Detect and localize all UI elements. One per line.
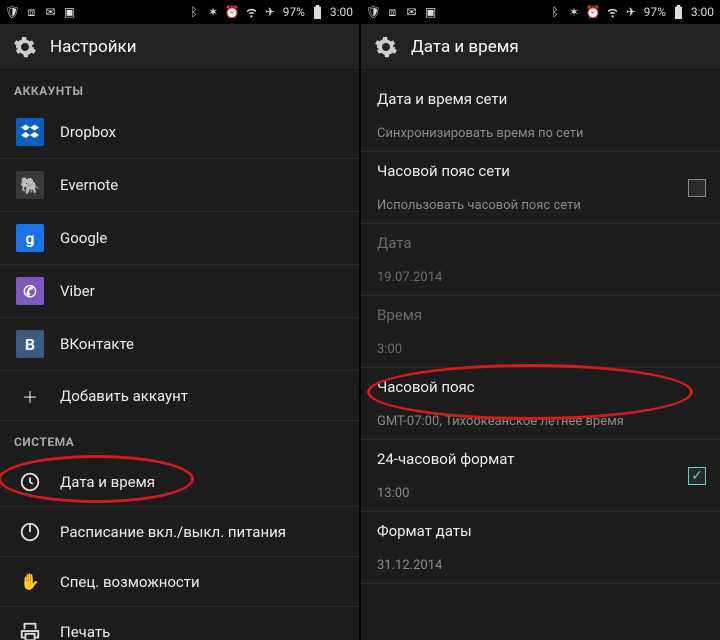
page-title: Настройки	[50, 37, 137, 57]
evernote-icon: 🐘	[16, 171, 44, 199]
system-accessibility[interactable]: ✋ Спец. возможности	[0, 557, 359, 607]
clock: 3:00	[330, 5, 353, 19]
alarm-icon: ⏰	[226, 6, 239, 19]
account-evernote[interactable]: 🐘 Evernote	[0, 159, 359, 212]
item-secondary: 3:00	[377, 342, 402, 357]
checkbox-auto-tz[interactable]	[688, 179, 706, 197]
item-24h[interactable]: 24-часовой формат 13:00	[361, 440, 720, 512]
vibrate-icon: ✶	[207, 6, 220, 19]
item-secondary: 13:00	[377, 486, 409, 501]
bluetooth-icon: ᛒ	[188, 6, 201, 19]
printer-icon	[16, 621, 44, 640]
battery-percent: 97%	[283, 5, 305, 19]
section-accounts: АККАУНТЫ	[0, 70, 359, 106]
item-primary: Дата	[377, 234, 412, 252]
camera-icon: ▣	[424, 6, 437, 19]
airplane-icon: ✈	[264, 6, 277, 19]
title-bar: Настройки	[0, 24, 359, 70]
item-date-format[interactable]: Формат даты 31.12.2014	[361, 512, 720, 584]
item-primary: Часовой пояс сети	[377, 162, 510, 180]
account-label: Evernote	[60, 176, 118, 194]
settings-list[interactable]: АККАУНТЫ Dropbox 🐘 Evernote g Google ✆ V…	[0, 70, 359, 640]
item-secondary: Использовать часовой пояс сети	[377, 198, 581, 213]
mail-icon: ✉	[405, 6, 418, 19]
page-title: Дата и время	[411, 37, 519, 57]
hand-icon: ✋	[16, 572, 44, 591]
item-primary: Дата и время сети	[377, 90, 507, 108]
account-label: Google	[60, 229, 107, 247]
airplane-icon: ✈	[625, 6, 638, 19]
item-secondary: GMT-07:00, Тихоокеанское летнее время	[377, 414, 624, 429]
datetime-list[interactable]: Дата и время сети Синхронизировать время…	[361, 70, 720, 640]
account-dropbox[interactable]: Dropbox	[0, 106, 359, 159]
alarm-icon: ⏰	[587, 6, 600, 19]
item-primary: Формат даты	[377, 522, 472, 540]
system-print[interactable]: Печать	[0, 607, 359, 640]
dropbox-icon: ⧈	[25, 6, 38, 19]
item-auto-date[interactable]: Дата и время сети Синхронизировать время…	[361, 80, 720, 152]
item-date: Дата 19.07.2014	[361, 224, 720, 296]
shield-icon: 🛡	[367, 6, 380, 19]
battery-percent: 97%	[644, 5, 666, 19]
bluetooth-icon: ᛒ	[549, 6, 562, 19]
clock-icon	[16, 471, 44, 493]
account-label: ВКонтакте	[60, 335, 134, 353]
shield-icon: 🛡	[6, 6, 19, 19]
item-time: Время 3:00	[361, 296, 720, 368]
account-google[interactable]: g Google	[0, 212, 359, 265]
item-timezone[interactable]: Часовой пояс GMT-07:00, Тихоокеанское ле…	[361, 368, 720, 440]
google-icon: g	[16, 224, 44, 252]
gear-icon	[12, 34, 38, 60]
item-auto-tz[interactable]: Часовой пояс сети Использовать часовой п…	[361, 152, 720, 224]
viber-icon: ✆	[16, 277, 44, 305]
print-label: Печать	[60, 623, 110, 640]
gear-icon	[373, 34, 399, 60]
account-label: Dropbox	[60, 123, 116, 141]
power-icon	[16, 521, 44, 543]
system-datetime[interactable]: Дата и время	[0, 457, 359, 507]
wifi-icon	[606, 6, 619, 19]
datetime-label: Дата и время	[60, 473, 155, 491]
vk-icon: B	[16, 330, 44, 358]
dropbox-icon: ⧈	[386, 6, 399, 19]
vibrate-icon: ✶	[568, 6, 581, 19]
item-primary: 24-часовой формат	[377, 450, 514, 468]
left-screen: 🛡 ⧈ ✉ ▣ ᛒ ✶ ⏰ ✈ 97% 3:00	[0, 0, 359, 640]
add-account[interactable]: ＋ Добавить аккаунт	[0, 371, 359, 421]
status-bar: 🛡 ⧈ ✉ ▣ ᛒ ✶ ⏰ ✈ 97% 3:00	[0, 0, 359, 24]
item-secondary: 19.07.2014	[377, 270, 442, 285]
account-viber[interactable]: ✆ Viber	[0, 265, 359, 318]
dropbox-icon	[16, 118, 44, 146]
item-secondary: 31.12.2014	[377, 558, 442, 573]
wifi-icon	[245, 6, 258, 19]
schedule-label: Расписание вкл./выкл. питания	[60, 523, 286, 541]
system-schedule[interactable]: Расписание вкл./выкл. питания	[0, 507, 359, 557]
clock: 3:00	[691, 5, 714, 19]
mail-icon: ✉	[44, 6, 57, 19]
account-label: Viber	[60, 282, 95, 300]
battery-icon	[311, 6, 324, 19]
accessibility-label: Спец. возможности	[60, 573, 200, 591]
battery-icon	[672, 6, 685, 19]
item-secondary: Синхронизировать время по сети	[377, 126, 584, 141]
account-vk[interactable]: B ВКонтакте	[0, 318, 359, 371]
checkbox-24h[interactable]	[688, 467, 706, 485]
section-system: СИСТЕМА	[0, 421, 359, 457]
plus-icon: ＋	[16, 384, 44, 408]
title-bar: Дата и время	[361, 24, 720, 70]
camera-icon: ▣	[63, 6, 76, 19]
add-account-label: Добавить аккаунт	[60, 387, 188, 405]
item-primary: Часовой пояс	[377, 378, 475, 396]
item-primary: Время	[377, 306, 422, 324]
right-screen: 🛡 ⧈ ✉ ▣ ᛒ ✶ ⏰ ✈ 97% 3:00	[361, 0, 720, 640]
status-bar: 🛡 ⧈ ✉ ▣ ᛒ ✶ ⏰ ✈ 97% 3:00	[361, 0, 720, 24]
